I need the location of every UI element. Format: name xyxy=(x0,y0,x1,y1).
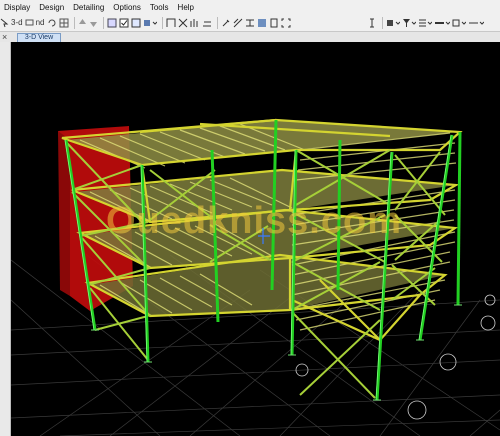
tools-icon[interactable] xyxy=(221,16,231,29)
grid-icon[interactable] xyxy=(59,16,69,29)
image-icon[interactable] xyxy=(257,16,267,29)
menu-tools[interactable]: Tools xyxy=(150,3,169,12)
menu-bar: Display Design Detailing Options Tools H… xyxy=(0,0,500,14)
select-frame-icon[interactable] xyxy=(107,16,117,29)
toolbar-separator xyxy=(73,16,75,29)
line-weight-icon[interactable] xyxy=(468,16,484,29)
left-panel-strip xyxy=(0,42,11,436)
display-options-icon[interactable] xyxy=(143,16,157,29)
frame-icon[interactable] xyxy=(166,16,176,29)
lines-icon[interactable] xyxy=(233,16,243,29)
text-cursor-icon[interactable] xyxy=(367,16,377,29)
slab-icon[interactable] xyxy=(202,16,212,29)
tab-bar: × 3-D View xyxy=(0,32,500,42)
move-up-icon[interactable] xyxy=(78,16,87,29)
brace-icon[interactable] xyxy=(178,16,188,29)
color-box-icon[interactable] xyxy=(386,16,400,29)
structural-model-canvas xyxy=(11,118,500,436)
toolbar-separator xyxy=(161,16,163,29)
toolbar-gap xyxy=(293,16,365,29)
menu-display[interactable]: Display xyxy=(4,3,30,12)
menu-design[interactable]: Design xyxy=(39,3,64,12)
pointer-icon[interactable] xyxy=(0,16,9,29)
toolbar-separator xyxy=(381,16,383,29)
toolbar-separator xyxy=(216,16,218,29)
select-all-icon[interactable] xyxy=(131,16,141,29)
close-icon[interactable]: × xyxy=(2,32,7,42)
xy-plane-icon[interactable] xyxy=(25,16,34,29)
view-plan-button[interactable]: nd xyxy=(36,16,45,29)
toolbar: 3-d nd xyxy=(0,14,500,32)
3d-viewport[interactable]: Ouedkniss.com xyxy=(11,42,500,436)
line-style-icon[interactable] xyxy=(434,16,450,29)
building-icon[interactable] xyxy=(269,16,279,29)
menu-options[interactable]: Options xyxy=(113,3,141,12)
wall-icon[interactable] xyxy=(190,16,200,29)
view-3d-button[interactable]: 3-d xyxy=(11,16,23,29)
rotate-icon[interactable] xyxy=(47,16,57,29)
tab-3d-view[interactable]: 3-D View xyxy=(17,33,61,42)
move-down-icon[interactable] xyxy=(89,16,98,29)
list-icon[interactable] xyxy=(418,16,432,29)
menu-detailing[interactable]: Detailing xyxy=(73,3,104,12)
checkbox-icon[interactable] xyxy=(119,16,129,29)
expand-icon[interactable] xyxy=(281,16,291,29)
snap-icon[interactable] xyxy=(452,16,466,29)
toolbar-separator xyxy=(102,16,104,29)
funnel-icon[interactable] xyxy=(402,16,416,29)
menu-help[interactable]: Help xyxy=(178,3,194,12)
section-icon[interactable] xyxy=(245,16,255,29)
